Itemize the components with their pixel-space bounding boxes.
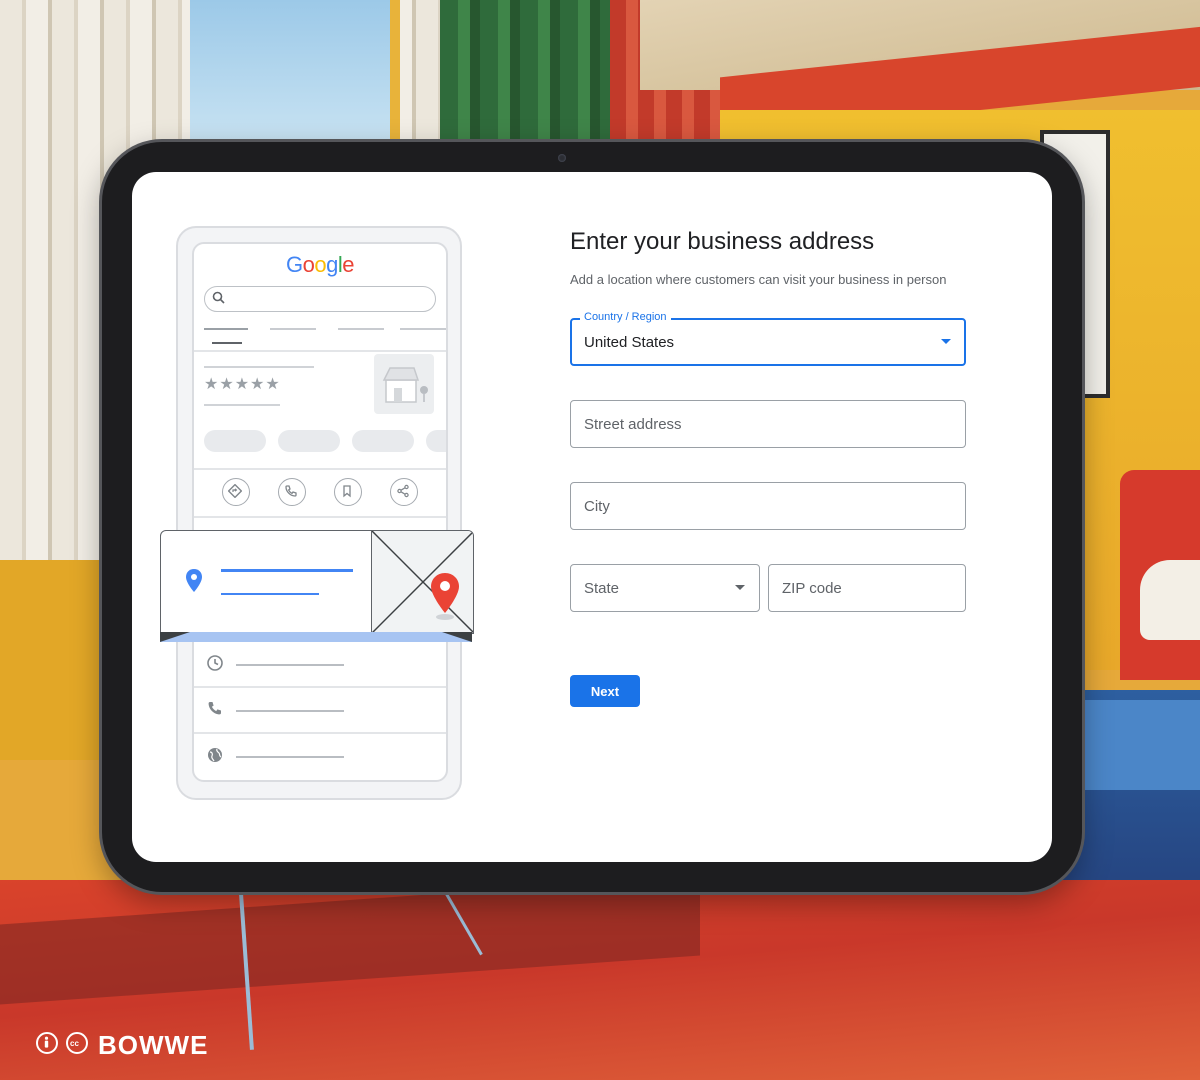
divider (194, 468, 446, 470)
phone-screen: Google ★★★★★ (192, 242, 448, 782)
mini-tab-indicator (212, 342, 242, 344)
share-action (390, 478, 418, 506)
card-fold (160, 632, 190, 642)
brand-logo: BOWWE (98, 1030, 209, 1060)
chip (278, 430, 340, 452)
phone-icon (285, 485, 297, 497)
street-address-placeholder: Street address (584, 416, 682, 433)
bg-green-curtain (440, 0, 610, 150)
card-fold (442, 632, 472, 642)
divider (194, 686, 446, 688)
mini-search-bar (204, 286, 436, 312)
state-placeholder: State (584, 580, 620, 597)
store-icon (382, 367, 428, 403)
zip-code-placeholder: ZIP code (782, 580, 842, 597)
divider (194, 350, 446, 352)
chip (426, 430, 446, 452)
phone-illustration: Google ★★★★★ (176, 226, 462, 800)
mini-tabs (204, 328, 446, 348)
phone-icon (208, 702, 221, 715)
save-action (334, 478, 362, 506)
call-action (278, 478, 306, 506)
placeholder-line (204, 366, 314, 368)
chevron-down-icon (735, 585, 745, 590)
card-address-line (221, 593, 319, 595)
globe-icon (208, 748, 222, 762)
placeholder-line (236, 710, 344, 712)
city-field[interactable]: City (570, 482, 966, 530)
mini-tab-active (204, 328, 248, 330)
svg-text:cc: cc (70, 1039, 79, 1048)
divider (194, 516, 446, 518)
country-region-select[interactable]: Country / Region United States (570, 311, 966, 366)
cc-icon: cc (66, 1032, 88, 1054)
country-region-label: Country / Region (580, 311, 671, 323)
card-address-line (221, 569, 353, 572)
placeholder-line (236, 756, 344, 758)
store-thumbnail (374, 354, 434, 414)
rating-stars: ★★★★★ (204, 376, 281, 393)
zip-code-field[interactable]: ZIP code (768, 564, 966, 612)
location-pin-icon (186, 569, 202, 592)
bg-window (190, 0, 400, 140)
clock-icon (207, 655, 223, 671)
mini-tab (270, 328, 316, 330)
tablet-frame: Google ★★★★★ Enter your business address… (102, 142, 1082, 892)
google-logo: Google (285, 252, 355, 277)
mini-map (371, 531, 473, 633)
bookmark-icon (343, 485, 351, 498)
map-pin-icon (431, 573, 459, 620)
street-address-field[interactable]: Street address (570, 400, 966, 448)
address-card-illustration (160, 530, 474, 634)
page-subtitle: Add a location where customers can visit… (570, 272, 947, 287)
attribution-icon (36, 1032, 58, 1054)
mini-tab (400, 328, 446, 330)
placeholder-line (204, 404, 280, 406)
country-region-value: United States (584, 334, 675, 351)
next-button[interactable]: Next (570, 675, 640, 707)
divider (194, 732, 446, 734)
state-select[interactable]: State (570, 564, 760, 612)
share-icon (397, 484, 409, 498)
directions-icon (228, 484, 242, 498)
search-icon (212, 291, 225, 304)
card-accent-bar (160, 632, 472, 642)
placeholder-line (236, 664, 344, 666)
chip (352, 430, 414, 452)
camera-dot (558, 154, 566, 162)
city-placeholder: City (584, 498, 610, 515)
chevron-down-icon (941, 339, 951, 344)
bg-pillow (1140, 560, 1200, 640)
page-title: Enter your business address (570, 228, 875, 255)
chip (204, 430, 266, 452)
tablet-screen: Google ★★★★★ Enter your business address… (132, 172, 1052, 862)
mini-tab (338, 328, 384, 330)
directions-action (222, 478, 250, 506)
